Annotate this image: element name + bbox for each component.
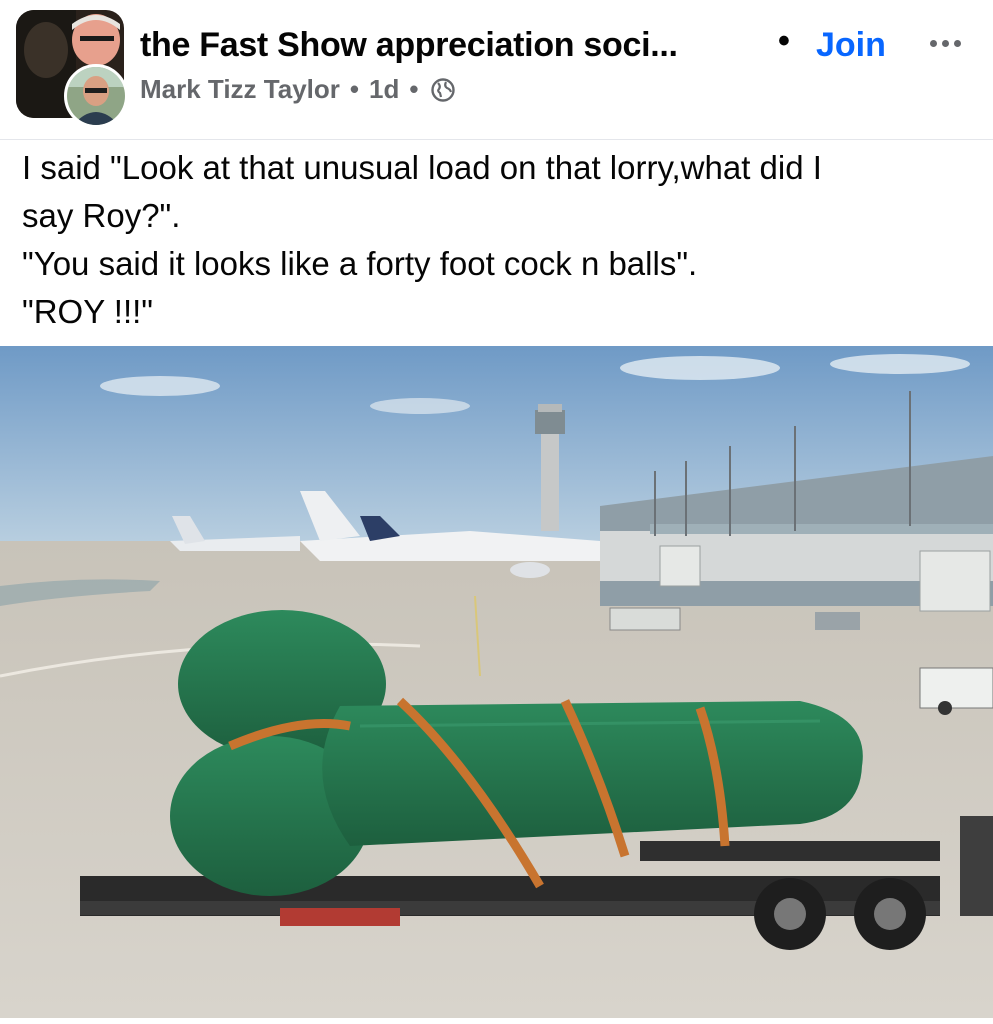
post-text-line: "ROY !!!": [22, 293, 154, 330]
meta-separator: •: [409, 74, 419, 104]
post-photo[interactable]: [0, 346, 993, 1018]
post-text-line: say Roy?".: [22, 197, 181, 234]
header-divider: [0, 139, 993, 140]
post-header: the Fast Show appreciation soci... • Joi…: [0, 0, 993, 140]
post-text-line: I said "Look at that unusual load on tha…: [22, 149, 822, 186]
post-meta: Mark Tizz Taylor • 1d •: [140, 74, 456, 105]
meta-separator: •: [349, 74, 359, 104]
post-text-line: "You said it looks like a forty foot coc…: [22, 245, 698, 282]
post-time[interactable]: 1d: [369, 74, 399, 105]
author-name[interactable]: Mark Tizz Taylor: [140, 74, 340, 105]
post-text: I said "Look at that unusual load on tha…: [22, 144, 972, 336]
dot-separator: •: [778, 22, 790, 60]
author-avatar[interactable]: [64, 64, 128, 128]
join-button[interactable]: Join: [816, 26, 886, 65]
more-options-icon[interactable]: [930, 28, 974, 58]
group-name[interactable]: the Fast Show appreciation soci...: [140, 26, 740, 65]
globe-icon: [431, 77, 456, 102]
group-avatar[interactable]: [16, 10, 128, 128]
